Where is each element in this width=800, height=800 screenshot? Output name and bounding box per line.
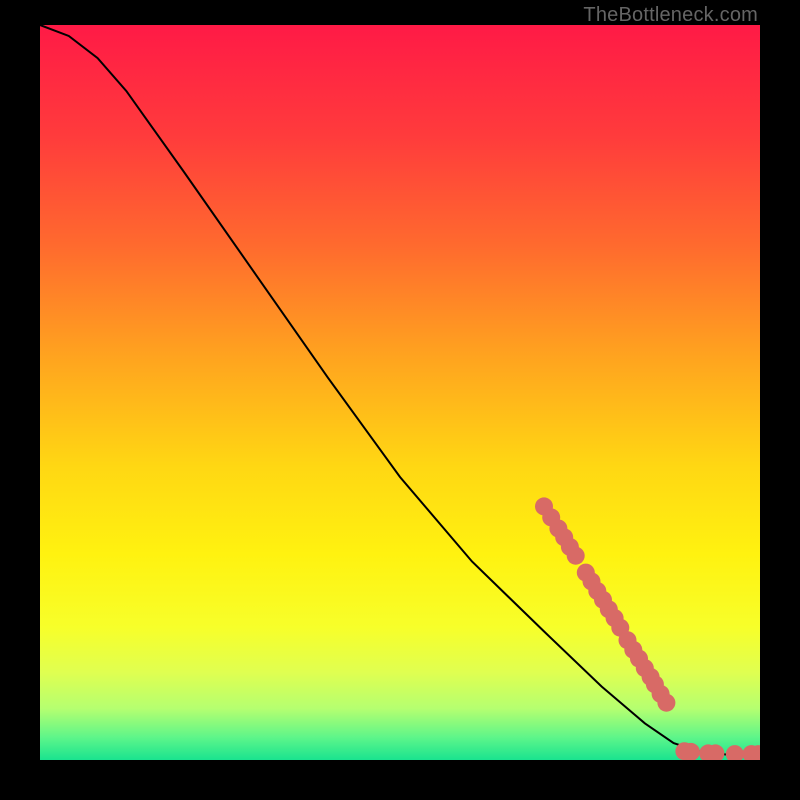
plot-svg xyxy=(40,25,760,760)
scatter-point xyxy=(567,547,585,565)
gradient-background xyxy=(40,25,760,760)
scatter-point xyxy=(657,694,675,712)
plot-area xyxy=(40,25,760,760)
chart-frame: TheBottleneck.com xyxy=(0,0,800,800)
attribution-label: TheBottleneck.com xyxy=(583,4,758,27)
